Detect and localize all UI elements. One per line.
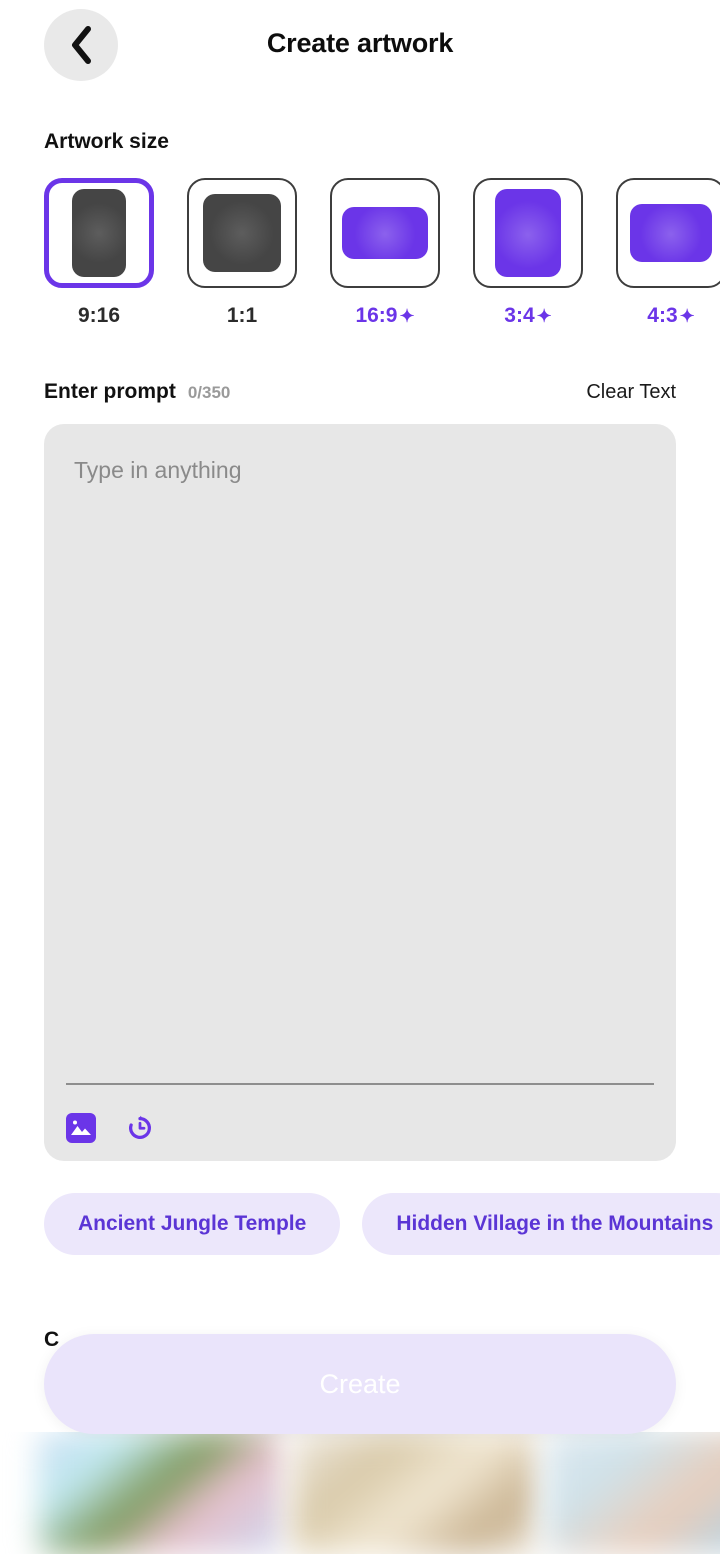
ratio-card-1-1[interactable] [187, 178, 297, 288]
ratio-card-3-4[interactable] [473, 178, 583, 288]
character-counter: 0/350 [187, 383, 231, 402]
prompt-header: Enter prompt 0/350 Clear Text [44, 380, 676, 404]
ratio-card-9-16[interactable] [44, 178, 154, 288]
obscured-section-heading: C [44, 1328, 60, 1351]
ratio-preview-shape [72, 189, 126, 277]
thumbnail-item[interactable] [292, 1432, 536, 1554]
ratio-option-1-1[interactable]: 1:1 [187, 178, 297, 328]
artwork-size-label: Artwork size [44, 130, 169, 153]
ratio-label-3-4: 3:4 ✦ [504, 304, 551, 328]
create-artwork-screen: Create artwork Artwork size 9:16 1:1 16:… [0, 0, 720, 1554]
ratio-label-text: 16:9 [355, 304, 398, 327]
suggestion-chip[interactable]: Ancient Jungle Temple [44, 1193, 341, 1255]
ratio-label-text: 4:3 [647, 304, 678, 327]
sparkle-icon: ✦ [399, 306, 415, 326]
thumbnail-item[interactable] [38, 1432, 282, 1554]
ratio-preview-shape [630, 204, 712, 262]
app-header: Create artwork [0, 0, 720, 108]
clear-text-button[interactable]: Clear Text [586, 381, 676, 404]
page-title: Create artwork [266, 28, 454, 58]
ratio-label-16-9: 16:9 ✦ [355, 304, 414, 328]
ratio-label-text: 1:1 [226, 304, 258, 327]
ratio-label-4-3: 4:3 ✦ [647, 304, 694, 328]
artwork-size-options: 9:16 1:1 16:9 ✦ 3:4 ✦ 4:3 ✦ [44, 178, 720, 328]
ratio-preview-shape [342, 207, 428, 259]
prompt-divider [66, 1083, 654, 1085]
ratio-label-1-1: 1:1 [227, 304, 257, 328]
ratio-option-3-4[interactable]: 3:4 ✦ [473, 178, 583, 328]
ratio-option-16-9[interactable]: 16:9 ✦ [330, 178, 440, 328]
ratio-label-9-16: 9:16 [78, 304, 120, 328]
ratio-card-16-9[interactable] [330, 178, 440, 288]
prompt-label: Enter prompt [44, 380, 176, 403]
ratio-label-text: 9:16 [77, 304, 121, 327]
prompt-input-container[interactable]: Type in anything [44, 424, 676, 1161]
ratio-card-4-3[interactable] [616, 178, 720, 288]
ratio-option-4-3[interactable]: 4:3 ✦ [616, 178, 720, 328]
thumbnail-strip[interactable] [0, 1432, 720, 1554]
prompt-toolbar [66, 1113, 155, 1143]
ratio-preview-shape [203, 194, 281, 272]
ratio-option-9-16[interactable]: 9:16 [44, 178, 154, 328]
create-button[interactable]: Create [44, 1334, 676, 1434]
history-icon[interactable] [125, 1113, 155, 1143]
prompt-placeholder: Type in anything [74, 457, 242, 483]
image-icon[interactable] [66, 1113, 96, 1143]
ratio-preview-shape [495, 189, 561, 277]
sparkle-icon: ✦ [679, 306, 695, 326]
suggestion-chips: Ancient Jungle Temple Hidden Village in … [44, 1193, 720, 1255]
sparkle-icon: ✦ [536, 306, 552, 326]
suggestion-chip[interactable]: Hidden Village in the Mountains [362, 1193, 720, 1255]
thumbnail-item[interactable] [546, 1432, 720, 1554]
ratio-label-text: 3:4 [504, 304, 535, 327]
